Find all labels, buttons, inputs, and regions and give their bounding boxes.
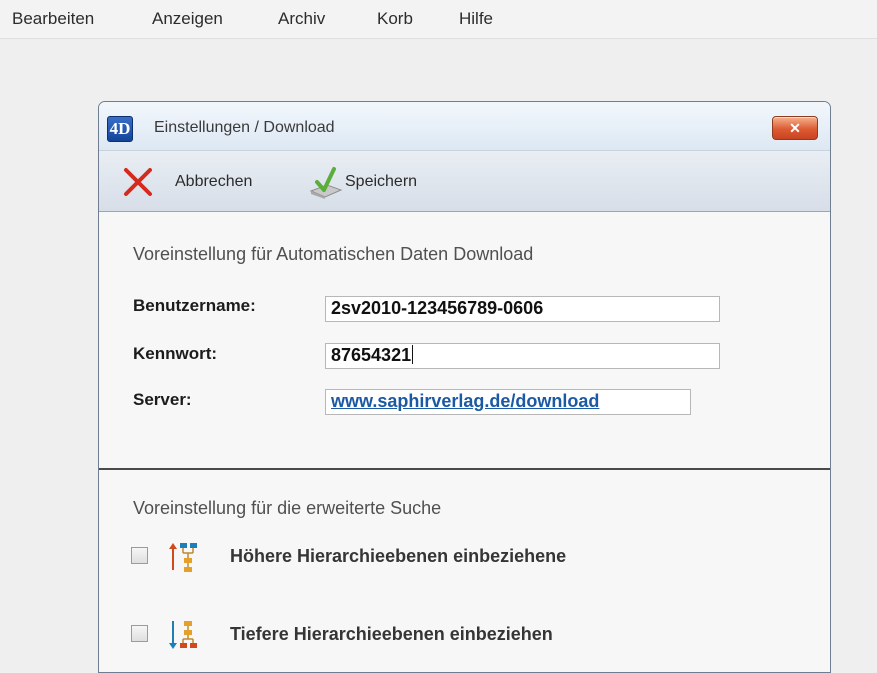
download-settings-panel: Voreinstellung für Automatischen Daten D… — [99, 212, 830, 468]
menu-item-bearbeiten[interactable]: Bearbeiten — [12, 9, 94, 29]
server-link[interactable]: www.saphirverlag.de/download — [331, 391, 599, 411]
search-settings-panel: Voreinstellung für die erweiterte Suche … — [99, 470, 830, 672]
settings-dialog: 4D Einstellungen / Download ✕ Abbrechen … — [98, 101, 831, 673]
hierarchy-up-icon — [169, 543, 197, 572]
close-icon: ✕ — [789, 120, 801, 136]
include-lower-levels-label: Tiefere Hierarchieebenen einbeziehen — [230, 624, 553, 644]
save-button-label: Speichern — [345, 173, 418, 190]
menu-item-hilfe[interactable]: Hilfe — [459, 9, 493, 29]
password-label: Kennwort: — [133, 344, 218, 363]
dialog-title: Einstellungen / Download — [154, 119, 335, 136]
username-label: Benutzername: — [133, 296, 256, 315]
cancel-x-icon — [124, 168, 152, 196]
menu-bar: Bearbeiten Anzeigen Archiv Korb Hilfe — [0, 0, 877, 39]
cancel-button[interactable]: Abbrechen — [121, 161, 271, 201]
search-section-title: Voreinstellung für die erweiterte Suche — [133, 498, 442, 518]
cancel-button-label: Abbrechen — [175, 173, 253, 190]
username-input[interactable]: 2sv2010-123456789-0606 — [325, 296, 720, 322]
dialog-toolbar: Abbrechen Speichern — [99, 150, 830, 212]
close-button[interactable]: ✕ — [772, 116, 818, 140]
include-lower-levels-checkbox[interactable] — [131, 625, 148, 642]
server-input[interactable]: www.saphirverlag.de/download — [325, 389, 691, 415]
include-higher-levels-option[interactable]: Höhere Hierarchieebenen einbeziehene — [131, 540, 811, 574]
password-input[interactable]: 87654321 — [325, 343, 720, 369]
dialog-titlebar[interactable]: 4D Einstellungen / Download ✕ — [99, 102, 830, 150]
save-button[interactable]: Speichern — [309, 161, 459, 201]
include-higher-levels-checkbox[interactable] — [131, 547, 148, 564]
username-value: 2sv2010-123456789-0606 — [331, 298, 544, 318]
include-lower-levels-option[interactable]: Tiefere Hierarchieebenen einbeziehen — [131, 618, 811, 652]
app-4d-icon: 4D — [107, 116, 133, 142]
menu-item-korb[interactable]: Korb — [377, 9, 413, 29]
menu-item-anzeigen[interactable]: Anzeigen — [152, 9, 223, 29]
save-check-icon — [309, 167, 343, 199]
menu-item-archiv[interactable]: Archiv — [278, 9, 325, 29]
text-caret — [412, 345, 414, 364]
server-label: Server: — [133, 390, 192, 409]
download-section-title: Voreinstellung für Automatischen Daten D… — [133, 244, 534, 264]
hierarchy-down-icon — [169, 621, 197, 649]
include-higher-levels-label: Höhere Hierarchieebenen einbeziehene — [230, 546, 567, 566]
password-value: 87654321 — [331, 345, 412, 365]
